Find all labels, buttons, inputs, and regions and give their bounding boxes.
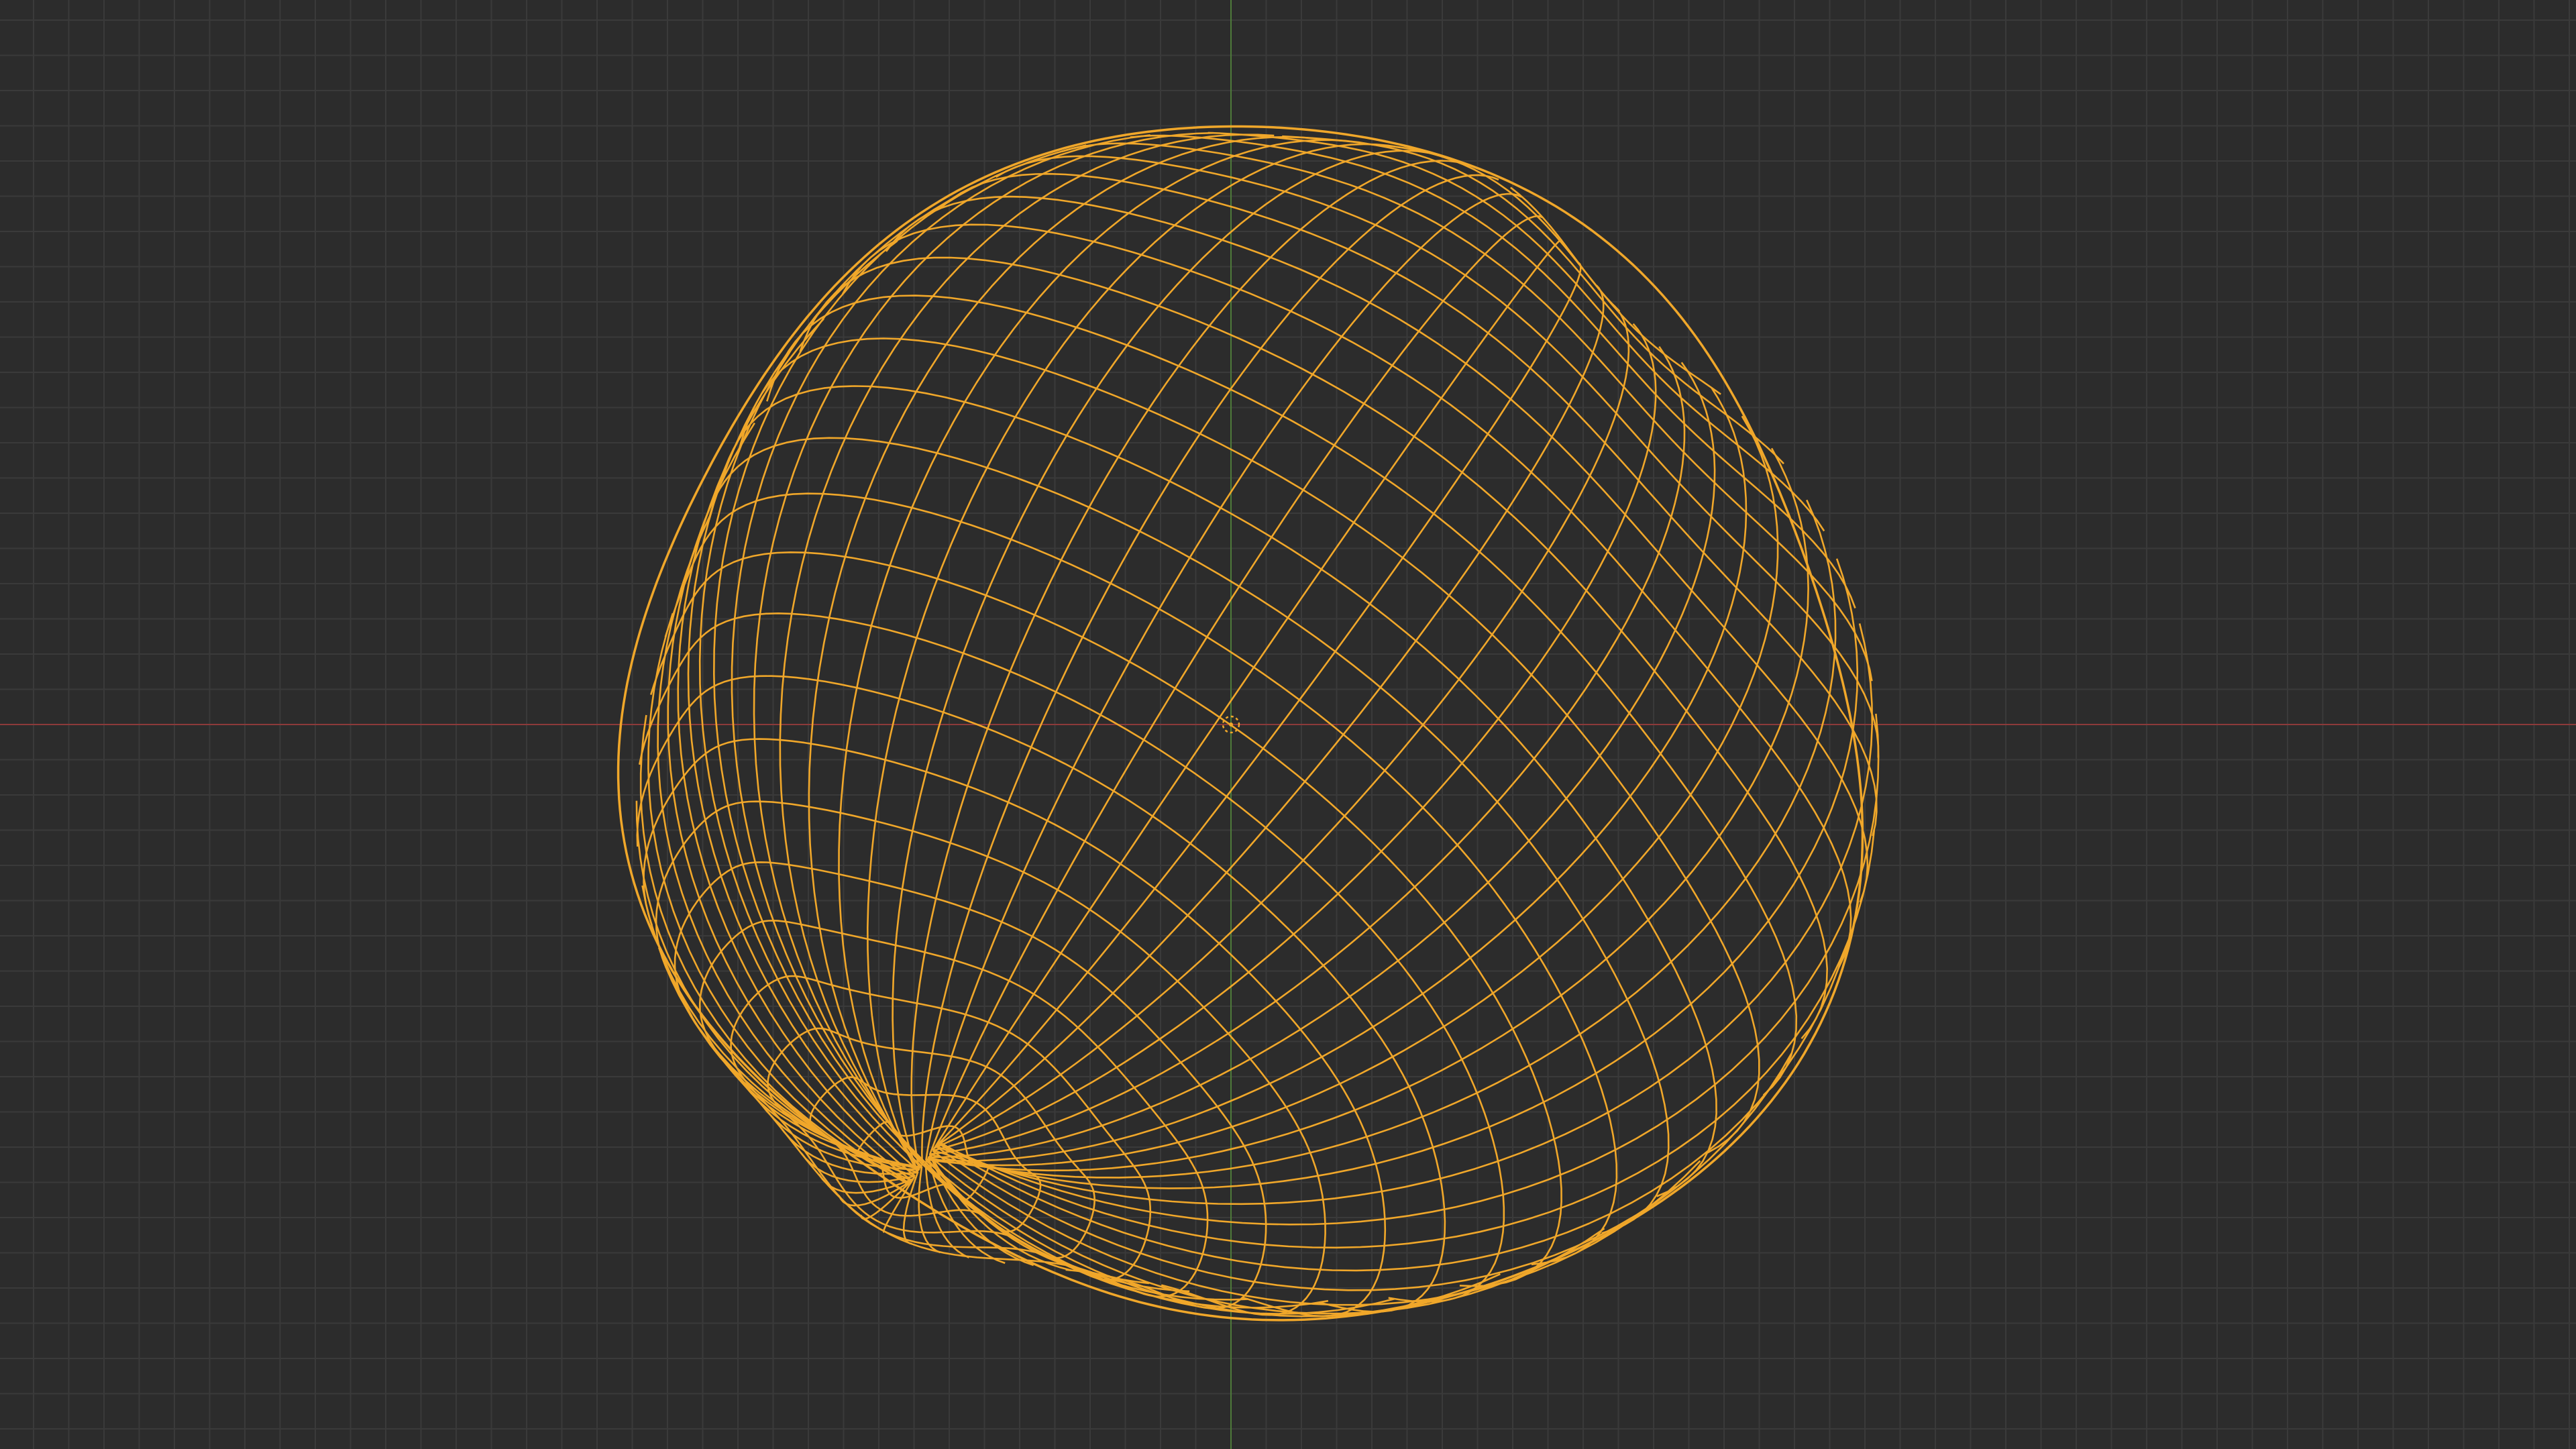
origin-dot [1229, 722, 1233, 727]
viewport-canvas[interactable] [0, 0, 2576, 1449]
3d-viewport[interactable] [0, 0, 2576, 1449]
